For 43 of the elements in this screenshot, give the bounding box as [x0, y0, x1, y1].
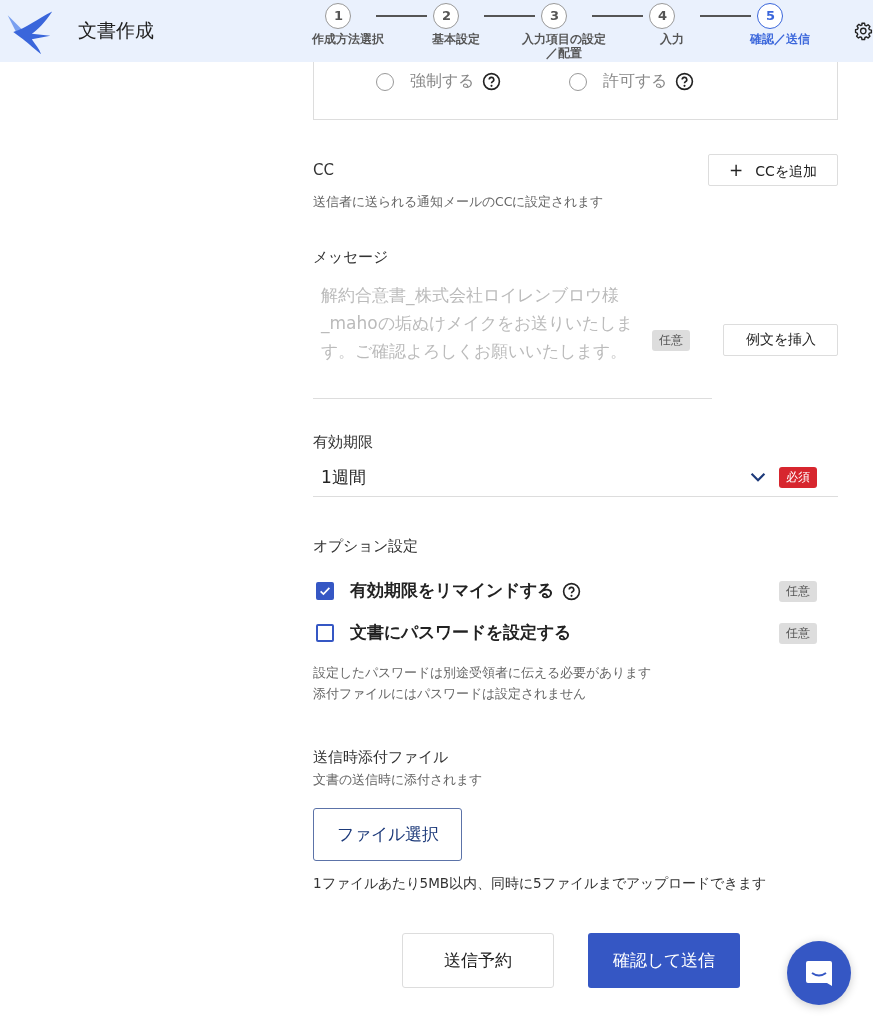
expiry-label: 有効期限: [313, 433, 374, 452]
required-badge: 必須: [779, 466, 817, 488]
attachment-label: 送信時添付ファイル: [313, 748, 448, 767]
page-title: 文書作成: [77, 18, 155, 43]
checkbox-label[interactable]: 文書にパスワードを設定する: [350, 622, 571, 644]
expiry-select[interactable]: 1週間 必須: [313, 458, 838, 497]
add-cc-button[interactable]: + CCを追加: [708, 154, 838, 186]
help-icon[interactable]: [675, 72, 694, 91]
insert-example-button[interactable]: 例文を挿入: [723, 324, 838, 356]
password-note: 添付ファイルにはパスワードは設定されません: [313, 685, 587, 703]
cc-description: 送信者に送られる通知メールのCCに設定されます: [313, 193, 605, 211]
attachment-description: 文書の送信時に添付されます: [313, 771, 482, 789]
step-label[interactable]: 入力: [660, 31, 685, 60]
radio-label[interactable]: 許可する: [603, 71, 667, 92]
chat-button[interactable]: [787, 941, 851, 1005]
step-label[interactable]: 確認／送信: [750, 31, 811, 60]
checkbox[interactable]: [316, 582, 334, 600]
optional-badge: 任意: [779, 622, 817, 644]
step-number[interactable]: 3: [541, 2, 568, 29]
confirm-send-button[interactable]: 確認して送信: [587, 933, 740, 988]
step-label[interactable]: 作成方法選択: [312, 31, 385, 60]
step-number[interactable]: 5: [757, 2, 784, 29]
help-icon[interactable]: [482, 72, 501, 91]
step-label[interactable]: 基本設定: [432, 31, 481, 60]
checkbox[interactable]: [316, 624, 334, 642]
checkbox-label[interactable]: 有効期限をリマインドする: [350, 580, 554, 602]
step-label[interactable]: 入力項目の設定／配置: [521, 31, 607, 60]
chat-bubble-icon: [804, 958, 834, 988]
settings-icon[interactable]: [854, 21, 873, 41]
password-note: 設定したパスワードは別途受領者に伝える必要があります: [313, 664, 652, 682]
step-number[interactable]: 4: [649, 2, 676, 29]
schedule-send-button[interactable]: 送信予約: [401, 933, 554, 988]
radio-label[interactable]: 強制する: [410, 71, 474, 92]
step-number[interactable]: 1: [325, 2, 352, 29]
upload-limit-note: 1ファイルあたり5MB以内、同時に5ファイルまでアップロードできます: [313, 875, 766, 893]
cc-label: CC: [313, 161, 334, 179]
chevron-down-icon: [749, 471, 767, 483]
message-label: メッセージ: [313, 248, 389, 267]
options-label: オプション設定: [313, 537, 419, 556]
step-number[interactable]: 2: [433, 2, 460, 29]
help-icon[interactable]: [562, 581, 581, 601]
file-select-button[interactable]: ファイル選択: [313, 808, 462, 861]
optional-badge: 任意: [779, 580, 817, 602]
